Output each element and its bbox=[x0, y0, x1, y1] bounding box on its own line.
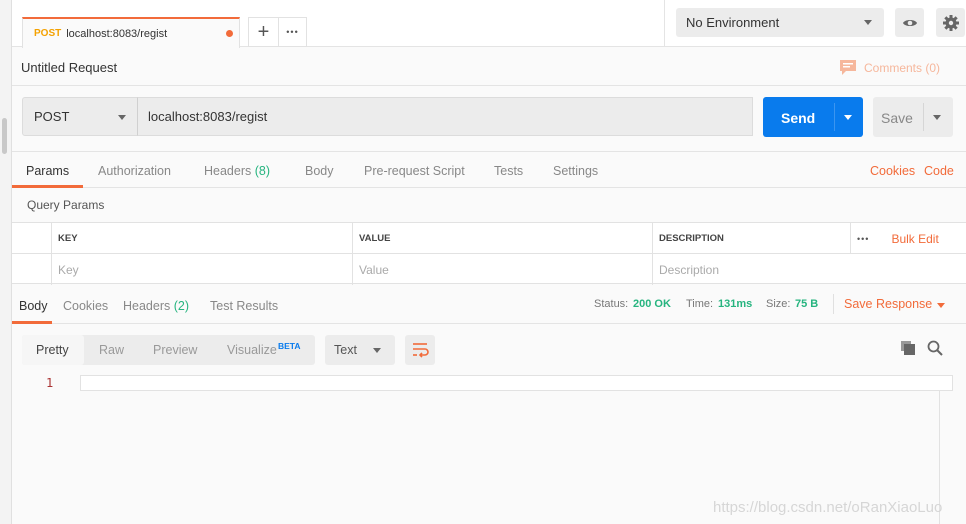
comments-button[interactable]: Comments (0) bbox=[840, 60, 940, 75]
divider bbox=[664, 0, 665, 47]
query-params-title: Query Params bbox=[27, 198, 105, 212]
format-value: Text bbox=[334, 343, 357, 357]
sidebar-scrollbar[interactable] bbox=[2, 118, 7, 154]
bulk-edit-link[interactable]: Bulk Edit bbox=[891, 232, 938, 246]
tab-url: localhost:8083/regist bbox=[66, 27, 168, 40]
beta-badge: BETA bbox=[278, 341, 301, 351]
new-tab-button[interactable]: + bbox=[248, 17, 279, 47]
active-tab-underline bbox=[12, 185, 83, 188]
save-button[interactable]: Save bbox=[873, 97, 953, 137]
size-value: 75 B bbox=[795, 298, 819, 310]
description-header: DESCRIPTION bbox=[652, 223, 850, 254]
method-select[interactable]: POST bbox=[22, 97, 138, 136]
query-params-table: KEY VALUE DESCRIPTION ••• Bulk Edit Key … bbox=[12, 222, 966, 285]
tab-authorization[interactable]: Authorization bbox=[98, 164, 171, 178]
url-input[interactable]: localhost:8083/regist bbox=[137, 97, 753, 136]
url-value: localhost:8083/regist bbox=[148, 109, 268, 124]
chevron-down-icon[interactable] bbox=[933, 115, 941, 120]
tab-more-button[interactable]: ••• bbox=[278, 17, 307, 47]
tab-body[interactable]: Body bbox=[305, 164, 334, 178]
save-label: Save bbox=[881, 110, 913, 126]
environment-select[interactable]: No Environment bbox=[676, 8, 884, 37]
time-label: Time: bbox=[686, 298, 714, 310]
chevron-down-icon bbox=[864, 20, 872, 25]
environment-quick-look-button[interactable] bbox=[895, 8, 924, 37]
tab-method: POST bbox=[34, 28, 62, 39]
divider bbox=[833, 294, 834, 314]
more-icon[interactable]: ••• bbox=[857, 234, 869, 244]
key-input[interactable]: Key bbox=[51, 254, 352, 285]
comments-label: Comments (0) bbox=[864, 60, 941, 75]
settings-button[interactable] bbox=[936, 8, 965, 37]
chevron-down-icon[interactable] bbox=[937, 303, 945, 308]
tab-headers-label: Headers bbox=[204, 164, 252, 178]
response-headers-count: (2) bbox=[173, 299, 190, 313]
divider bbox=[923, 103, 924, 131]
response-tab-body[interactable]: Body bbox=[19, 299, 48, 313]
send-button[interactable]: Send bbox=[763, 97, 863, 137]
response-tab-cookies[interactable]: Cookies bbox=[63, 299, 108, 313]
tab-settings[interactable]: Settings bbox=[553, 164, 598, 178]
tab-pre-request-script[interactable]: Pre-request Script bbox=[364, 164, 465, 178]
headers-count: (8) bbox=[254, 164, 271, 178]
request-tab[interactable]: POST localhost:8083/regist bbox=[22, 17, 240, 48]
table-actions: ••• Bulk Edit bbox=[850, 223, 966, 254]
format-select[interactable]: Text bbox=[325, 335, 395, 365]
tab-params[interactable]: Params bbox=[26, 164, 69, 178]
search-icon[interactable] bbox=[927, 340, 943, 356]
wrap-lines-button[interactable] bbox=[405, 335, 435, 365]
status-value: 200 OK bbox=[633, 298, 671, 310]
tab-headers[interactable]: Headers (8) bbox=[204, 164, 270, 178]
time-value: 131ms bbox=[718, 298, 753, 310]
chevron-down-icon bbox=[118, 115, 126, 120]
body-view-modes: Pretty Raw Preview Visualize BETA bbox=[22, 335, 315, 365]
eye-icon bbox=[902, 19, 917, 26]
response-headers-label: Headers bbox=[123, 299, 171, 313]
unsaved-dot-icon bbox=[226, 30, 233, 37]
line-number: 1 bbox=[46, 376, 54, 390]
gear-icon bbox=[942, 14, 959, 31]
status-label: Status: bbox=[594, 298, 629, 310]
response-body-editor[interactable] bbox=[80, 375, 953, 391]
method-value: POST bbox=[34, 109, 70, 124]
chevron-down-icon[interactable] bbox=[844, 115, 852, 120]
mode-pretty[interactable]: Pretty bbox=[36, 343, 69, 357]
response-tabs: Body Cookies Headers (2) Test Results St… bbox=[12, 288, 966, 324]
sidebar-edge bbox=[0, 0, 12, 524]
response-tab-test-results[interactable]: Test Results bbox=[210, 299, 278, 313]
mode-preview[interactable]: Preview bbox=[153, 343, 197, 357]
wrap-icon bbox=[413, 343, 429, 358]
size-label: Size: bbox=[766, 298, 791, 310]
value-header: VALUE bbox=[352, 223, 652, 254]
cookies-link[interactable]: Cookies bbox=[870, 164, 915, 178]
active-tab-underline bbox=[12, 321, 52, 324]
title-row bbox=[12, 48, 966, 86]
chevron-down-icon bbox=[373, 348, 381, 353]
value-input[interactable]: Value bbox=[352, 254, 652, 285]
watermark: https://blog.csdn.net/oRanXiaoLuo bbox=[713, 499, 943, 516]
save-response-button[interactable]: Save Response bbox=[844, 297, 932, 311]
request-tabs: Params Authorization Headers (8) Body Pr… bbox=[12, 151, 966, 188]
mode-raw[interactable]: Raw bbox=[99, 343, 124, 357]
divider bbox=[834, 103, 835, 131]
key-header: KEY bbox=[51, 223, 352, 254]
send-label: Send bbox=[781, 110, 816, 126]
copy-icon[interactable] bbox=[901, 341, 916, 356]
mode-visualize[interactable]: Visualize bbox=[227, 343, 277, 357]
code-link[interactable]: Code bbox=[924, 164, 954, 178]
description-input[interactable]: Description bbox=[652, 254, 966, 285]
comment-icon bbox=[840, 60, 856, 75]
request-title[interactable]: Untitled Request bbox=[21, 60, 117, 75]
tab-tests[interactable]: Tests bbox=[494, 164, 523, 178]
response-tab-headers[interactable]: Headers (2) bbox=[123, 299, 189, 313]
environment-value: No Environment bbox=[686, 15, 780, 30]
